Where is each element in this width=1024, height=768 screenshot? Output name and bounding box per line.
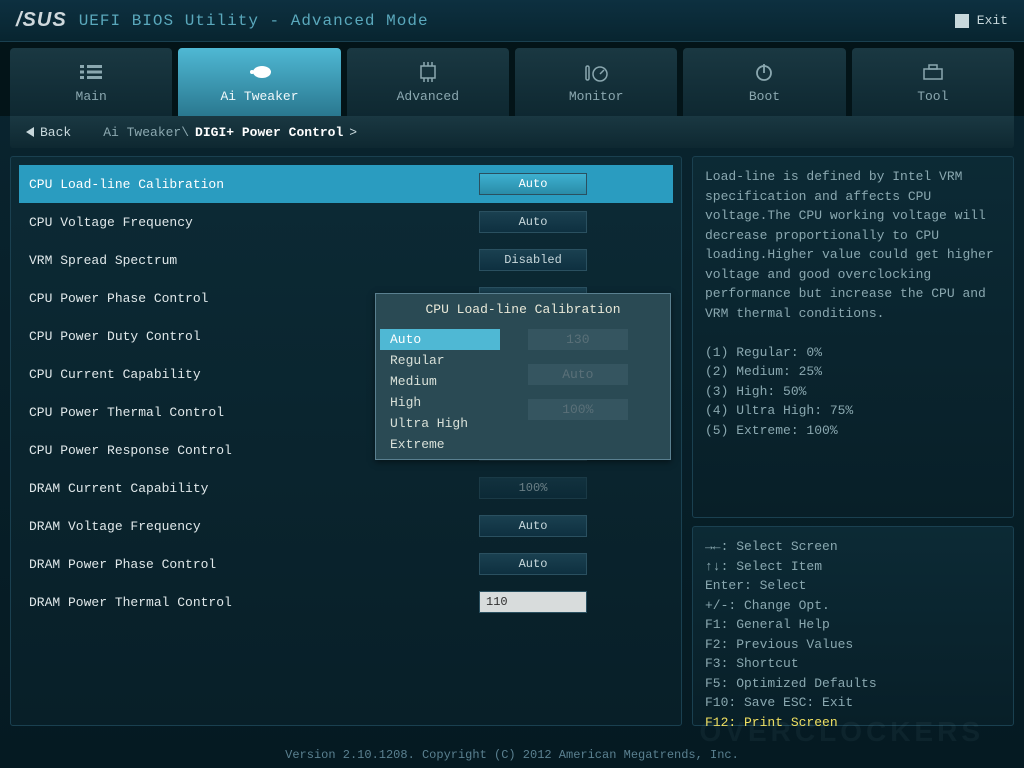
- tab-label: Monitor: [569, 89, 624, 104]
- list-icon: [77, 61, 105, 83]
- tab-label: Ai Tweaker: [220, 89, 298, 104]
- chevron-right-icon: >: [349, 125, 357, 140]
- key-hint: F2: Previous Values: [705, 635, 1001, 655]
- breadcrumb-bar: Back Ai Tweaker\ DIGI+ Power Control >: [10, 116, 1014, 148]
- help-level: (1) Regular: 0%: [705, 343, 1001, 363]
- key-hint: ↑↓: Select Item: [705, 557, 1001, 577]
- tab-advanced[interactable]: Advanced: [347, 48, 509, 116]
- exit-label: Exit: [977, 13, 1008, 28]
- tab-label: Main: [76, 89, 107, 104]
- setting-value[interactable]: 110: [479, 591, 587, 613]
- help-text: Load-line is defined by Intel VRM specif…: [705, 167, 1001, 323]
- key-hint: →←: Select Screen: [705, 537, 1001, 557]
- setting-value[interactable]: 100%: [479, 477, 587, 499]
- tab-main[interactable]: Main: [10, 48, 172, 116]
- popup-option[interactable]: Regular: [380, 350, 500, 371]
- tab-monitor[interactable]: Monitor: [515, 48, 677, 116]
- footer: Version 2.10.1208. Copyright (C) 2012 Am…: [0, 748, 1024, 762]
- help-box: Load-line is defined by Intel VRM specif…: [692, 156, 1014, 518]
- tab-tool[interactable]: Tool: [852, 48, 1014, 116]
- setting-label: CPU Voltage Frequency: [29, 215, 479, 230]
- info-panel: Load-line is defined by Intel VRM specif…: [692, 156, 1014, 726]
- breadcrumb: Ai Tweaker\ DIGI+ Power Control >: [87, 125, 357, 140]
- key-hint: +/-: Change Opt.: [705, 596, 1001, 616]
- key-hint: F10: Save ESC: Exit: [705, 693, 1001, 713]
- back-arrow-icon: [26, 127, 34, 137]
- setting-row[interactable]: CPU Voltage FrequencyAuto: [19, 203, 673, 241]
- popup-faded-value: 100%: [528, 399, 628, 420]
- setting-value[interactable]: Auto: [479, 553, 587, 575]
- gauge-icon: [582, 61, 610, 83]
- dropdown-popup: CPU Load-line Calibration AutoRegularMed…: [375, 293, 671, 460]
- setting-value[interactable]: Auto: [479, 173, 587, 195]
- tab-ai-tweaker[interactable]: Ai Tweaker: [178, 48, 340, 116]
- setting-value[interactable]: Auto: [479, 515, 587, 537]
- exit-icon: [955, 14, 969, 28]
- keys-box: →←: Select Screen ↑↓: Select Item Enter:…: [692, 526, 1014, 726]
- popup-option[interactable]: Auto: [380, 329, 500, 350]
- main-area: CPU Load-line CalibrationAutoCPU Voltage…: [10, 156, 1014, 726]
- settings-panel: CPU Load-line CalibrationAutoCPU Voltage…: [10, 156, 682, 726]
- popup-option[interactable]: High: [380, 392, 500, 413]
- help-level: (3) High: 50%: [705, 382, 1001, 402]
- setting-row[interactable]: DRAM Current Capability100%: [19, 469, 673, 507]
- setting-label: CPU Load-line Calibration: [29, 177, 479, 192]
- key-hint: F3: Shortcut: [705, 654, 1001, 674]
- popup-option[interactable]: Medium: [380, 371, 500, 392]
- tab-label: Boot: [749, 89, 780, 104]
- key-hint: F1: General Help: [705, 615, 1001, 635]
- power-icon: [750, 61, 778, 83]
- back-label: Back: [40, 125, 71, 140]
- back-button[interactable]: Back: [10, 116, 87, 148]
- chip-icon: [414, 61, 442, 83]
- tab-boot[interactable]: Boot: [683, 48, 845, 116]
- breadcrumb-current: DIGI+ Power Control: [195, 125, 343, 140]
- popup-faded-value: Auto: [528, 364, 628, 385]
- breadcrumb-path: Ai Tweaker\: [103, 125, 189, 140]
- watermark: OVERCLOCKERS: [700, 716, 984, 748]
- exit-button[interactable]: Exit: [955, 13, 1008, 28]
- popup-option[interactable]: Ultra High: [380, 413, 500, 434]
- setting-label: DRAM Voltage Frequency: [29, 519, 479, 534]
- tab-label: Tool: [917, 89, 948, 104]
- setting-row[interactable]: DRAM Power Thermal Control110: [19, 583, 673, 621]
- setting-value[interactable]: Disabled: [479, 249, 587, 271]
- toolbox-icon: [919, 61, 947, 83]
- setting-row[interactable]: DRAM Power Phase ControlAuto: [19, 545, 673, 583]
- popup-faded-value: 130: [528, 329, 628, 350]
- popup-title: CPU Load-line Calibration: [376, 294, 670, 325]
- setting-label: DRAM Power Phase Control: [29, 557, 479, 572]
- key-hint: F5: Optimized Defaults: [705, 674, 1001, 694]
- tab-bar: Main Ai Tweaker Advanced Monitor Boot To…: [0, 42, 1024, 116]
- help-level: (5) Extreme: 100%: [705, 421, 1001, 441]
- popup-option[interactable]: Extreme: [380, 434, 500, 455]
- setting-row[interactable]: DRAM Voltage FrequencyAuto: [19, 507, 673, 545]
- tweaker-icon: [245, 61, 273, 83]
- setting-label: DRAM Power Thermal Control: [29, 595, 479, 610]
- popup-body: AutoRegularMediumHighUltra HighExtreme 1…: [376, 325, 670, 459]
- setting-value[interactable]: Auto: [479, 211, 587, 233]
- header-bar: /SUS UEFI BIOS Utility - Advanced Mode E…: [0, 0, 1024, 42]
- setting-row[interactable]: VRM Spread SpectrumDisabled: [19, 241, 673, 279]
- setting-row[interactable]: CPU Load-line CalibrationAuto: [19, 165, 673, 203]
- asus-logo: /SUS: [16, 9, 67, 32]
- setting-label: DRAM Current Capability: [29, 481, 479, 496]
- setting-label: VRM Spread Spectrum: [29, 253, 479, 268]
- key-hint: Enter: Select: [705, 576, 1001, 596]
- help-level: (2) Medium: 25%: [705, 362, 1001, 382]
- tab-label: Advanced: [397, 89, 459, 104]
- app-title: UEFI BIOS Utility - Advanced Mode: [79, 12, 429, 30]
- help-level: (4) Ultra High: 75%: [705, 401, 1001, 421]
